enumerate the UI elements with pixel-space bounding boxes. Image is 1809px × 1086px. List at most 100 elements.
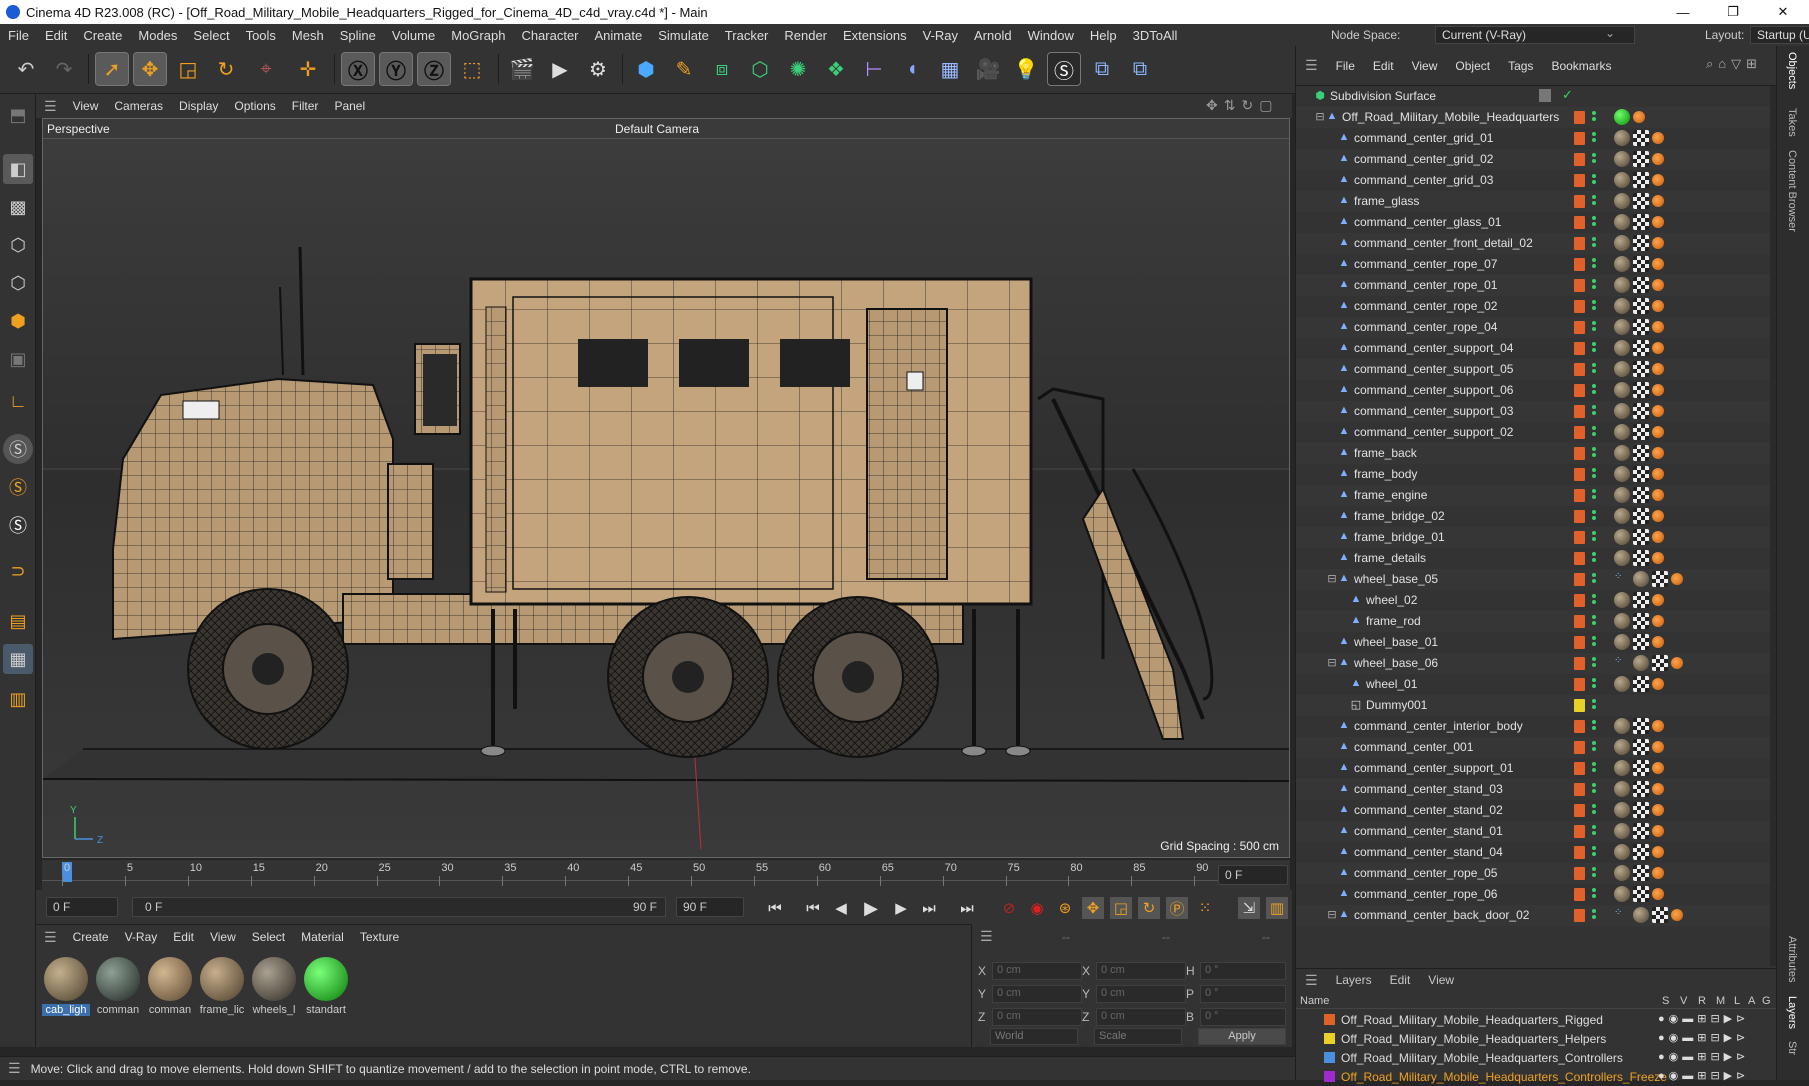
material-tag-icon[interactable] bbox=[1614, 844, 1630, 860]
object-tags[interactable]: ⁘ bbox=[1614, 571, 1683, 588]
object-tree-row[interactable]: ◱ Dummy001 bbox=[1296, 695, 1776, 716]
tag-icon[interactable] bbox=[1652, 846, 1664, 858]
material-tag-icon[interactable] bbox=[1614, 823, 1630, 839]
coord-world-dropdown[interactable]: World bbox=[990, 1028, 1078, 1045]
tag-icon[interactable] bbox=[1652, 279, 1664, 291]
layer-name[interactable]: Off_Road_Military_Mobile_Headquarters_Co… bbox=[1341, 1051, 1623, 1065]
end-frame-field[interactable]: 90 F bbox=[676, 897, 744, 917]
tag-icon[interactable] bbox=[1652, 741, 1664, 753]
model-mode-icon[interactable]: ◧ bbox=[3, 154, 33, 184]
layer-name[interactable]: Off_Road_Military_Mobile_Headquarters_He… bbox=[1341, 1032, 1606, 1046]
object-name[interactable]: command_center_support_02 bbox=[1354, 425, 1513, 439]
object-tree-row[interactable]: ▲ frame_back bbox=[1296, 443, 1776, 464]
extrude-generator-icon[interactable]: ⬡ bbox=[744, 53, 776, 85]
object-tree-row[interactable]: ▲ command_center_rope_07 bbox=[1296, 254, 1776, 275]
layer-color-swatch[interactable] bbox=[1324, 1014, 1335, 1025]
visibility-dots-icon[interactable] bbox=[1592, 256, 1597, 272]
constraint-tag-icon[interactable]: ⁘ bbox=[1614, 571, 1630, 587]
object-name[interactable]: command_center_rope_06 bbox=[1354, 887, 1497, 901]
undo-icon[interactable]: ↶ bbox=[10, 53, 42, 85]
object-tags[interactable] bbox=[1614, 865, 1664, 882]
points-mode-icon[interactable]: ⬡ bbox=[3, 230, 33, 260]
object-name[interactable]: wheel_01 bbox=[1366, 677, 1417, 691]
object-manager-tools-icons[interactable]: ⌕⌂▽⊞ bbox=[1706, 56, 1762, 72]
object-tree-row[interactable]: ▲ command_center_glass_01 bbox=[1296, 212, 1776, 233]
tag-icon[interactable] bbox=[1652, 300, 1664, 312]
object-tree-row[interactable]: ▲ frame_bridge_01 bbox=[1296, 527, 1776, 548]
layer-color-swatch[interactable] bbox=[1324, 1052, 1335, 1063]
object-name[interactable]: Off_Road_Military_Mobile_Headquarters bbox=[1342, 110, 1559, 124]
object-name[interactable]: frame_glass bbox=[1354, 194, 1419, 208]
object-name[interactable]: command_center_stand_03 bbox=[1354, 782, 1503, 796]
tag-icon[interactable] bbox=[1652, 531, 1664, 543]
layer-flags-icons[interactable]: ●◉▬⊞⊟▶⊳ bbox=[1658, 1031, 1749, 1044]
texture-tag-icon[interactable] bbox=[1633, 508, 1649, 524]
layer-row[interactable]: Off_Road_Military_Mobile_Headquarters_Ri… bbox=[1296, 1011, 1776, 1029]
object-tree-row[interactable]: ▲ command_center_grid_03 bbox=[1296, 170, 1776, 191]
light-object-icon[interactable]: 💡 bbox=[1010, 53, 1042, 85]
planar-workplane-icon[interactable]: ▥ bbox=[3, 684, 33, 714]
material-tag-icon[interactable] bbox=[1614, 151, 1630, 167]
object-tree-row[interactable]: ⊟ ▲ command_center_back_door_02 ⁘ bbox=[1296, 905, 1776, 926]
texture-tag-icon[interactable] bbox=[1633, 256, 1649, 272]
texture-tag-icon[interactable] bbox=[1633, 886, 1649, 902]
tag-icon[interactable] bbox=[1652, 363, 1664, 375]
tag-icon[interactable] bbox=[1652, 405, 1664, 417]
tag-icon[interactable] bbox=[1652, 783, 1664, 795]
menu-mograph[interactable]: MoGraph bbox=[443, 28, 513, 43]
texture-tag-icon[interactable] bbox=[1633, 844, 1649, 860]
object-tree-row[interactable]: ▲ command_center_rope_01 bbox=[1296, 275, 1776, 296]
material-tag-icon[interactable] bbox=[1614, 193, 1630, 209]
tag-icon[interactable] bbox=[1652, 447, 1664, 459]
layer-color-swatch[interactable] bbox=[1574, 174, 1585, 187]
material-tag-icon[interactable] bbox=[1614, 634, 1630, 650]
material-swatch[interactable]: comman bbox=[146, 957, 194, 1016]
previous-key-icon[interactable]: ⏮ bbox=[802, 897, 824, 919]
visibility-dots-icon[interactable] bbox=[1592, 676, 1597, 692]
layer-color-swatch[interactable] bbox=[1574, 195, 1585, 208]
object-tags[interactable]: ⁘ bbox=[1614, 655, 1683, 672]
object-tree-row[interactable]: ▲ command_center_rope_06 bbox=[1296, 884, 1776, 905]
visibility-dots-icon[interactable] bbox=[1592, 739, 1597, 755]
object-name[interactable]: command_center_stand_02 bbox=[1354, 803, 1503, 817]
layer-color-swatch[interactable] bbox=[1574, 468, 1585, 481]
material-tag-icon[interactable] bbox=[1614, 592, 1630, 608]
maximize-button[interactable]: ❐ bbox=[1710, 0, 1756, 24]
material-tag-icon[interactable] bbox=[1614, 886, 1630, 902]
magnet-icon[interactable]: ⊃ bbox=[3, 556, 33, 586]
object-name[interactable]: frame_bridge_01 bbox=[1354, 530, 1445, 544]
next-frame-icon[interactable]: ▶ bbox=[890, 897, 912, 919]
object-name[interactable]: frame_bridge_02 bbox=[1354, 509, 1445, 523]
deformer-icon[interactable]: ⊢ bbox=[858, 53, 890, 85]
camera-object-icon[interactable]: 🎥 bbox=[972, 53, 1004, 85]
object-tree-row[interactable]: ▲ command_center_stand_04 bbox=[1296, 842, 1776, 863]
layer-color-swatch[interactable] bbox=[1574, 888, 1585, 901]
object-tree-row[interactable]: ▲ command_center_rope_04 bbox=[1296, 317, 1776, 338]
material-tag-icon[interactable] bbox=[1614, 403, 1630, 419]
close-button[interactable]: ✕ bbox=[1760, 0, 1806, 24]
material-tag-icon[interactable] bbox=[1614, 256, 1630, 272]
visibility-dots-icon[interactable] bbox=[1592, 781, 1597, 797]
object-tree-row[interactable]: ▲ wheel_02 bbox=[1296, 590, 1776, 611]
layer-color-swatch[interactable] bbox=[1574, 342, 1585, 355]
object-tags[interactable] bbox=[1614, 340, 1664, 357]
z-axis-lock-icon[interactable]: Ⓩ bbox=[417, 52, 451, 86]
viewport-menu-panel[interactable]: Panel bbox=[326, 99, 373, 113]
object-tags[interactable] bbox=[1614, 508, 1664, 525]
visibility-dots-icon[interactable] bbox=[1592, 172, 1597, 188]
visibility-dots-icon[interactable] bbox=[1592, 718, 1597, 734]
enabled-check-icon[interactable]: ✓ bbox=[1562, 87, 1573, 103]
coord-x-size[interactable]: 0 cm bbox=[1096, 962, 1186, 980]
layer-color-swatch[interactable] bbox=[1574, 741, 1585, 754]
material-tag-icon[interactable] bbox=[1614, 298, 1630, 314]
menu-simulate[interactable]: Simulate bbox=[650, 28, 717, 43]
layer-color-swatch[interactable] bbox=[1574, 699, 1585, 712]
viewport-menu-cameras[interactable]: Cameras bbox=[106, 99, 171, 113]
filmstrip-icon[interactable]: ▥ bbox=[1266, 897, 1288, 919]
layer-color-swatch[interactable] bbox=[1324, 1033, 1335, 1044]
object-tree-row[interactable]: ▲ frame_glass bbox=[1296, 191, 1776, 212]
tag-icon[interactable] bbox=[1652, 174, 1664, 186]
object-tree-row[interactable]: ▲ command_center_rope_02 bbox=[1296, 296, 1776, 317]
material-menu-create[interactable]: Create bbox=[65, 930, 117, 944]
material-tag-icon[interactable] bbox=[1614, 235, 1630, 251]
